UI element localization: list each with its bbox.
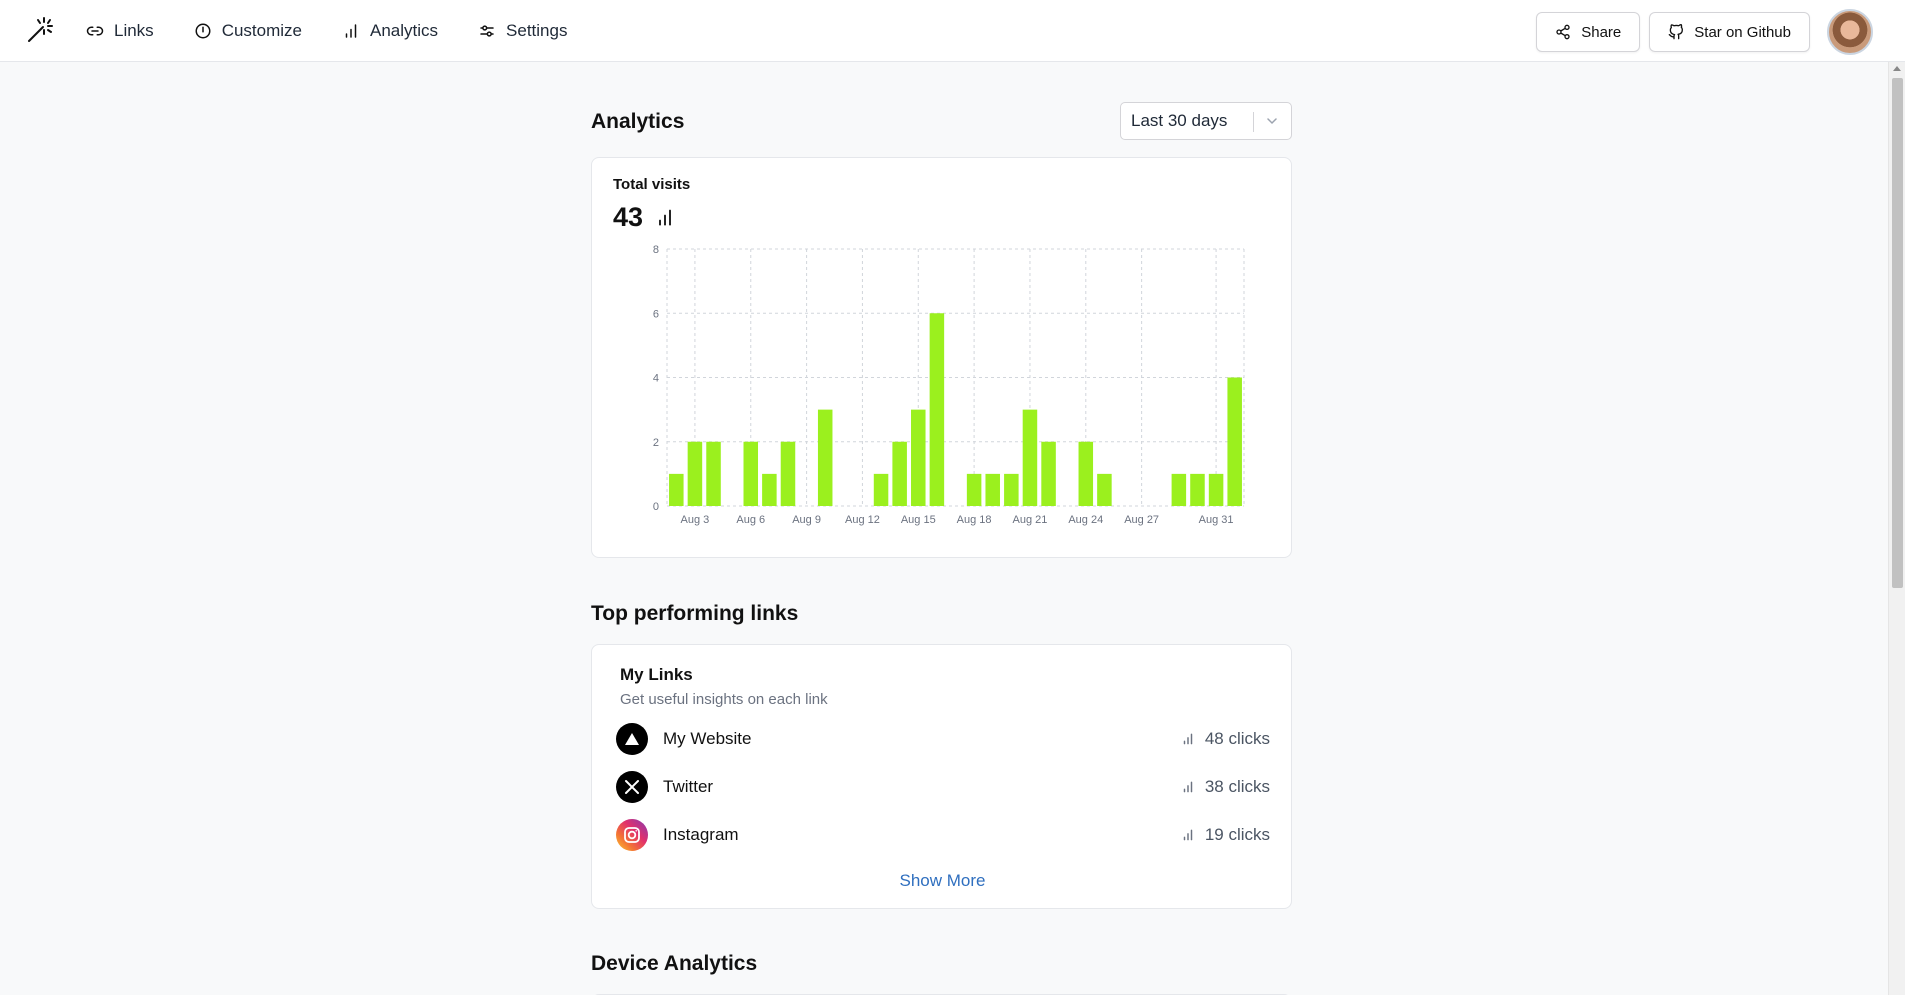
link-icon [86,26,104,36]
share-button[interactable]: Share [1536,12,1641,52]
x-tick-label: Aug 18 [957,514,992,526]
chart-bar[interactable] [892,441,907,506]
link-name: Twitter [663,777,714,796]
nav-item-customize[interactable]: Customize [194,21,302,41]
nav-item-label: Customize [221,21,302,40]
select-divider [1253,112,1254,132]
chart-bar[interactable] [873,473,889,506]
total-visits-value-row: 43 [613,202,675,233]
link-name: Instagram [663,825,739,844]
top-actions: Share Star on Github [1536,9,1873,55]
chart-bar[interactable] [1097,473,1112,506]
nav-item-links[interactable]: Links [86,21,154,41]
chart-bar[interactable] [1171,473,1187,506]
link-clicks: 38 clicks [1181,777,1270,797]
link-row[interactable]: My Website 48 clicks [616,722,1270,756]
nav-item-analytics[interactable]: Analytics [342,21,438,41]
nav-item-label: Settings [506,21,568,40]
chart-bar[interactable] [687,441,703,506]
show-more-link[interactable]: Show More [592,871,1293,891]
share-icon [1556,24,1570,40]
instagram-icon [616,819,648,851]
main-nav: Links Customize Analytics Settings [86,0,567,62]
star-on-github-button[interactable]: Star on Github [1649,12,1810,52]
link-row[interactable]: Twitter 38 clicks [616,770,1270,804]
bar-chart-icon [1183,829,1193,841]
link-clicks-value: 19 clicks [1204,825,1270,844]
link-clicks: 19 clicks [1181,825,1270,845]
chevron-down-icon [1267,118,1277,125]
github-icon [1668,24,1684,40]
chart-bar[interactable] [762,473,777,506]
github-button-label: Star on Github [1694,23,1791,41]
link-clicks: 48 clicks [1181,729,1270,749]
magic-wand-logo-icon[interactable] [26,16,54,44]
chart-bar[interactable] [706,441,721,506]
x-tick-label: Aug 12 [845,514,880,526]
scroll-up-arrow-icon[interactable] [1893,66,1901,71]
chart-bar[interactable] [1041,441,1056,506]
share-button-label: Share [1581,23,1622,41]
total-visits-count: 43 [613,202,644,232]
total-visits-label: Total visits [613,176,691,193]
chart-bar[interactable] [1227,377,1242,507]
x-tick-label: Aug 31 [1199,514,1234,526]
top-links-heading: Top performing links [591,602,799,625]
bar-chart-icon [345,24,357,38]
link-row[interactable]: Instagram 19 clicks [616,818,1270,852]
nav-item-label: Links [114,21,154,40]
chart-bar[interactable] [1208,473,1224,506]
chart-bar[interactable] [929,313,945,506]
y-tick-label: 2 [653,437,659,449]
link-clicks-value: 48 clicks [1204,729,1270,748]
my-links-title: My Links [620,665,693,684]
chart-bar[interactable] [669,473,684,506]
chart-bar[interactable] [780,441,796,506]
page-scrollbar[interactable] [1888,62,1905,995]
x-tick-label: Aug 3 [681,514,710,526]
link-name: My Website [663,729,752,748]
vercel-triangle-icon [616,723,648,755]
chart-bar[interactable] [1078,441,1094,506]
chart-bar[interactable] [1190,473,1205,506]
my-links-subtitle: Get useful insights on each link [620,691,828,708]
chart-bar[interactable] [966,473,982,506]
settings-icon [480,25,494,37]
date-range-select[interactable]: Last 30 days [1120,102,1292,140]
page-title: Analytics [591,110,685,133]
bar-chart-icon [659,209,671,226]
customize-icon [195,23,211,39]
nav-item-settings[interactable]: Settings [478,21,567,41]
bar-chart-icon [1183,781,1193,793]
x-tick-label: Aug 6 [736,514,765,526]
y-tick-label: 8 [653,244,659,256]
x-twitter-icon [616,771,648,803]
x-tick-label: Aug 27 [1124,514,1159,526]
y-tick-label: 4 [653,373,659,385]
device-analytics-heading: Device Analytics [591,952,758,975]
x-tick-label: Aug 24 [1068,514,1103,526]
user-avatar[interactable] [1827,9,1873,55]
visits-bar-chart: 0 2 4 6 8 Aug 3 Aug 6 Aug 9 Aug 12 Aug 15 Aug 18 Au… [653,244,1245,526]
x-tick-label: Aug 21 [1013,514,1048,526]
x-tick-label: Aug 15 [901,514,936,526]
date-range-value: Last 30 days [1131,111,1228,130]
y-tick-label: 6 [653,308,659,320]
chart-bar[interactable] [1004,473,1019,506]
bar-chart-icon [1183,733,1193,745]
nav-item-label: Analytics [370,21,439,40]
analytics-header: Analytics Last 30 days [591,102,1292,140]
chart-bar[interactable] [1022,409,1038,506]
x-tick-label: Aug 9 [792,514,821,526]
chart-bar[interactable] [985,473,1000,506]
y-tick-label: 0 [653,501,659,513]
top-navbar: Links Customize Analytics Settings Share… [0,0,1905,62]
link-clicks-value: 38 clicks [1204,777,1270,796]
total-visits-card: 0 2 4 6 8 Aug 3 Aug 6 Aug 9 Aug 12 Aug 15 Aug 18 Au… [591,157,1292,558]
chart-bar[interactable] [743,441,759,506]
scrollbar-thumb[interactable] [1892,78,1903,588]
chart-bar[interactable] [817,409,833,506]
my-links-card: My Links Get useful insights on each lin… [591,644,1292,909]
chart-bar[interactable] [911,409,926,506]
